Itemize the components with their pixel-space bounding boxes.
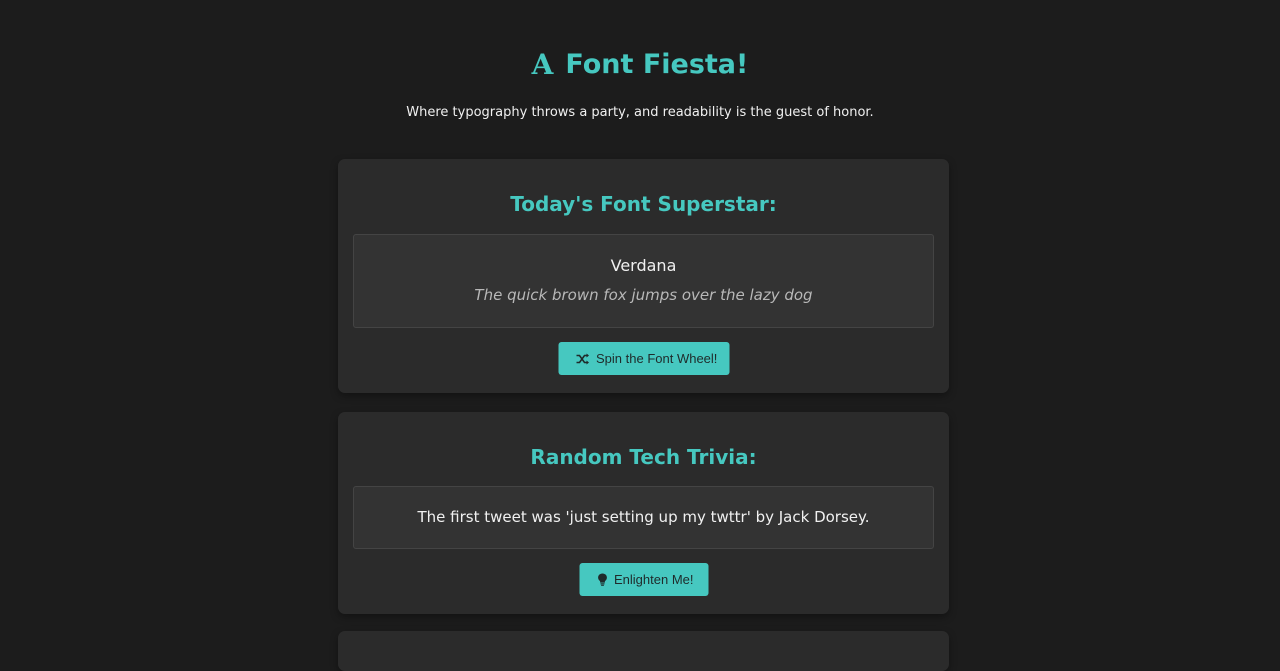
trivia-fact: The first tweet was 'just setting up my … <box>417 508 870 526</box>
lightbulb-icon <box>597 573 607 587</box>
font-name: Verdana <box>610 256 677 275</box>
font-superstar-heading: Today's Font Superstar: <box>510 192 777 216</box>
tech-trivia-heading: Random Tech Trivia: <box>530 445 757 469</box>
spin-font-wheel-label: Spin the Font Wheel! <box>596 351 718 366</box>
next-card <box>338 631 949 671</box>
font-superstar-card: Today's Font Superstar: Verdana The quic… <box>338 159 949 393</box>
font-display-box: Verdana The quick brown fox jumps over t… <box>353 234 934 328</box>
page-title: A Font Fiesta! <box>532 44 749 84</box>
trivia-box: The first tweet was 'just setting up my … <box>353 486 934 549</box>
spin-font-wheel-button[interactable]: Spin the Font Wheel! <box>558 342 729 375</box>
font-sample-text: The quick brown fox jumps over the lazy … <box>474 286 813 304</box>
page-title-text: Font Fiesta! <box>565 48 749 80</box>
enlighten-me-label: Enlighten Me! <box>614 572 694 587</box>
page-subtitle: Where typography throws a party, and rea… <box>406 105 874 120</box>
shuffle-icon <box>576 352 589 366</box>
enlighten-me-button[interactable]: Enlighten Me! <box>579 563 708 596</box>
tech-trivia-card: Random Tech Trivia: The first tweet was … <box>338 412 949 614</box>
font-icon: A <box>531 48 554 81</box>
page-header: A Font Fiesta! Where typography throws a… <box>0 0 1280 121</box>
